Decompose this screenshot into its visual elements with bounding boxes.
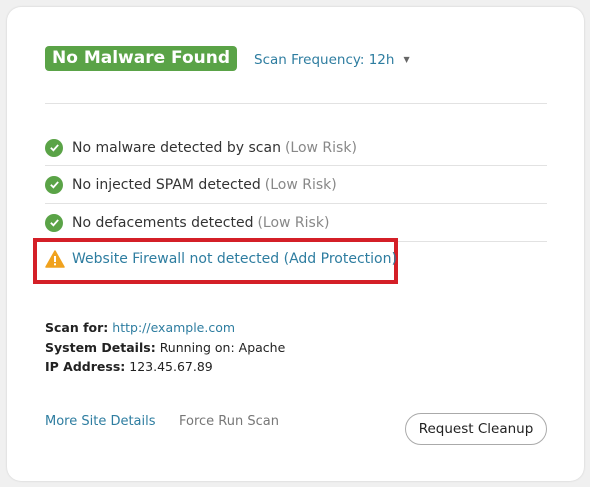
check-text: No malware detected by scan <box>72 139 281 156</box>
force-run-scan-link[interactable]: Force Run Scan <box>179 414 279 429</box>
ip-address-value: 123.45.67.89 <box>129 359 213 374</box>
scan-for-label: Scan for: <box>45 320 109 335</box>
status-badge: No Malware Found <box>45 46 238 71</box>
check-circle-icon <box>45 138 63 157</box>
system-details-line: System Details: Running on: Apache <box>45 338 285 358</box>
check-circle-icon <box>45 175 63 194</box>
check-text: No injected SPAM detected <box>72 176 261 193</box>
ip-address-line: IP Address: 123.45.67.89 <box>45 357 285 377</box>
warning-icon <box>45 250 65 268</box>
risk-label: (Low Risk) <box>257 214 330 231</box>
risk-label: (Low Risk) <box>284 139 357 156</box>
scan-frequency-label: Scan Frequency: 12h <box>254 52 395 68</box>
scan-for-url-link[interactable]: http://example.com <box>112 320 235 335</box>
add-protection-link[interactable]: Website Firewall not detected (Add Prote… <box>72 251 397 267</box>
ip-address-label: IP Address: <box>45 359 126 374</box>
check-row-malware: No malware detected by scan (Low Risk) <box>45 129 547 166</box>
request-cleanup-button[interactable]: Request Cleanup <box>405 413 547 445</box>
check-text: No defacements detected <box>72 214 254 231</box>
check-row-spam: No injected SPAM detected (Low Risk) <box>45 166 547 203</box>
site-details: Scan for: http://example.com System Deta… <box>45 318 285 377</box>
more-site-details-link[interactable]: More Site Details <box>45 414 156 429</box>
scan-for-line: Scan for: http://example.com <box>45 318 285 338</box>
risk-label: (Low Risk) <box>264 176 337 193</box>
check-circle-icon <box>45 213 63 232</box>
scan-frequency-dropdown[interactable]: Scan Frequency: 12h ▼ <box>254 52 410 68</box>
chevron-down-icon: ▼ <box>403 55 410 64</box>
check-row-firewall[interactable]: Website Firewall not detected (Add Prote… <box>45 250 397 268</box>
divider <box>45 103 547 104</box>
check-row-defacement: No defacements detected (Low Risk) <box>45 204 547 241</box>
system-details-label: System Details: <box>45 339 156 355</box>
system-details-value: Running on: Apache <box>159 339 286 355</box>
